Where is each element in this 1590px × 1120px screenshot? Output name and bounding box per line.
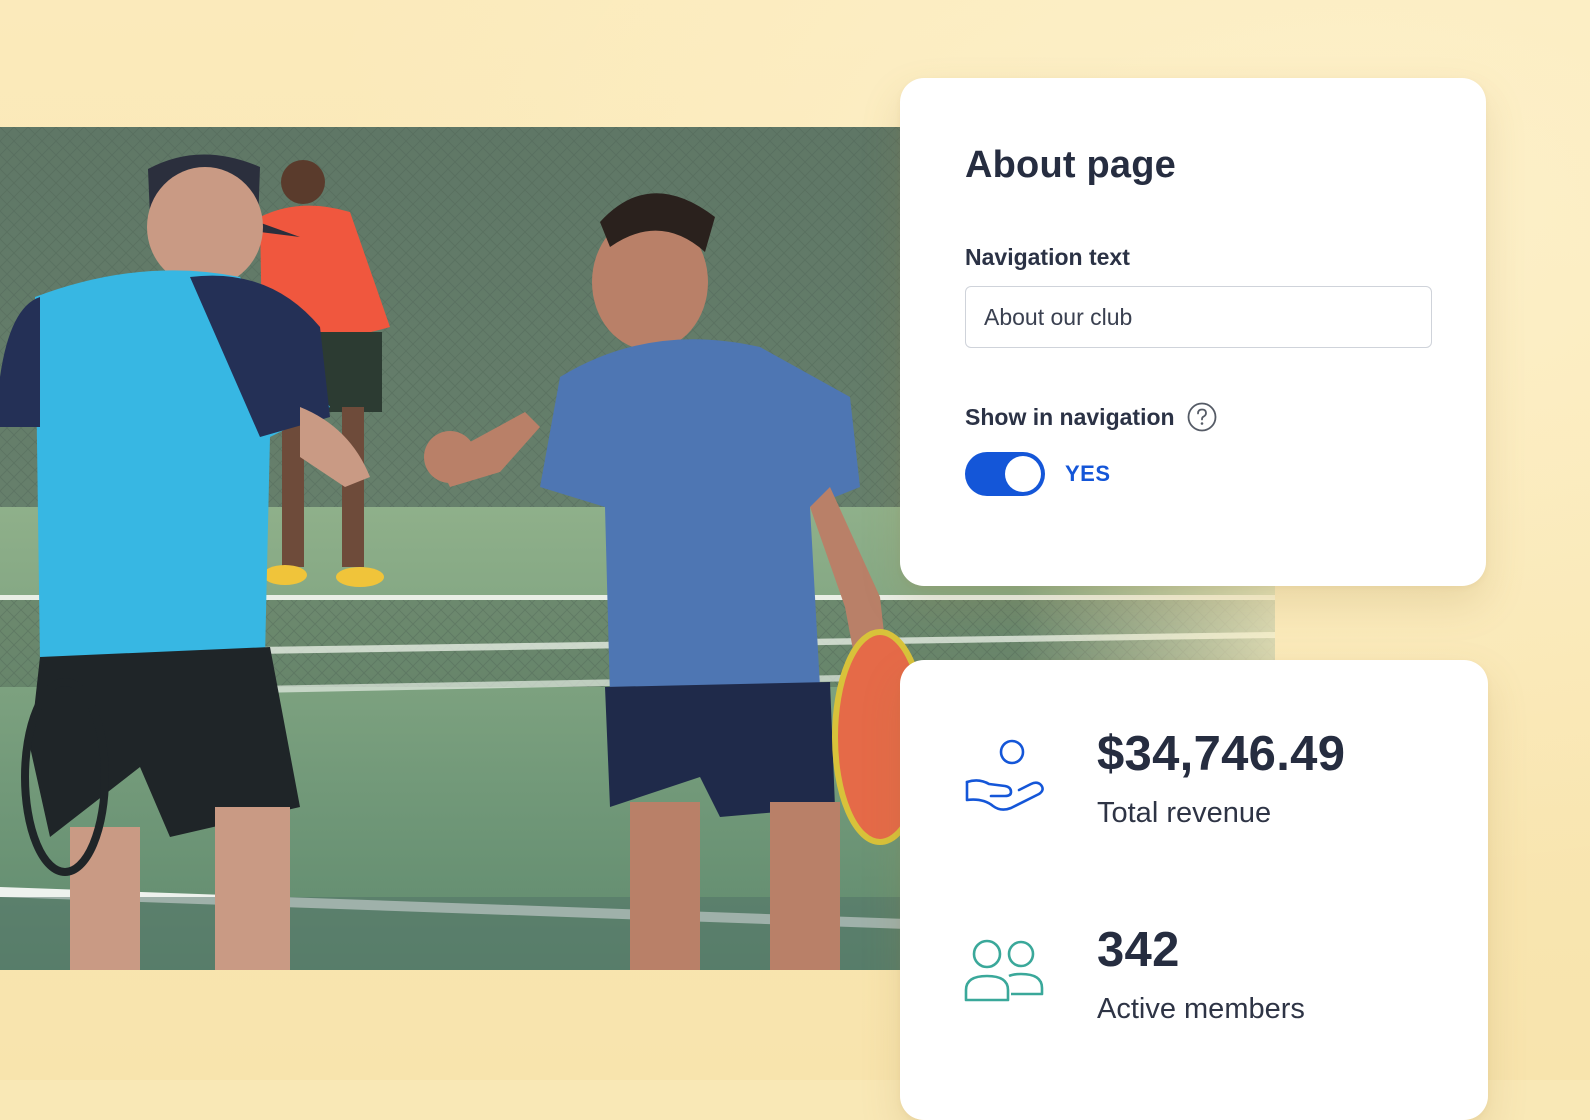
show-in-navigation-toggle-row: YES <box>965 452 1111 496</box>
total-revenue-text: $34,746.49 Total revenue <box>1097 730 1345 828</box>
help-question-icon[interactable] <box>1187 402 1217 432</box>
active-members-label: Active members <box>1097 993 1305 1025</box>
show-in-navigation-label: Show in navigation <box>965 403 1175 430</box>
about-page-card: About page Navigation text Show in navig… <box>900 78 1486 586</box>
navigation-text-label: Navigation text <box>965 244 1130 270</box>
total-revenue-value: $34,746.49 <box>1097 727 1346 781</box>
active-members-stat: 342 Active members <box>963 926 1305 1024</box>
stats-card: $34,746.49 Total revenue 342 Active memb… <box>900 660 1488 1120</box>
toggle-knob <box>1005 456 1041 492</box>
active-members-text: 342 Active members <box>1097 926 1305 1024</box>
navigation-text-input[interactable] <box>965 286 1432 348</box>
total-revenue-label: Total revenue <box>1097 797 1272 829</box>
members-icon <box>964 939 1044 1002</box>
hand-coin-icon <box>965 739 1044 811</box>
show-in-navigation-toggle[interactable] <box>965 452 1045 496</box>
about-page-title: About page <box>965 144 1176 186</box>
show-in-navigation-row: Show in navigation <box>965 402 1217 432</box>
total-revenue-stat: $34,746.49 Total revenue <box>963 730 1345 828</box>
active-members-value: 342 <box>1097 923 1180 977</box>
toggle-state-label: YES <box>1065 461 1111 486</box>
